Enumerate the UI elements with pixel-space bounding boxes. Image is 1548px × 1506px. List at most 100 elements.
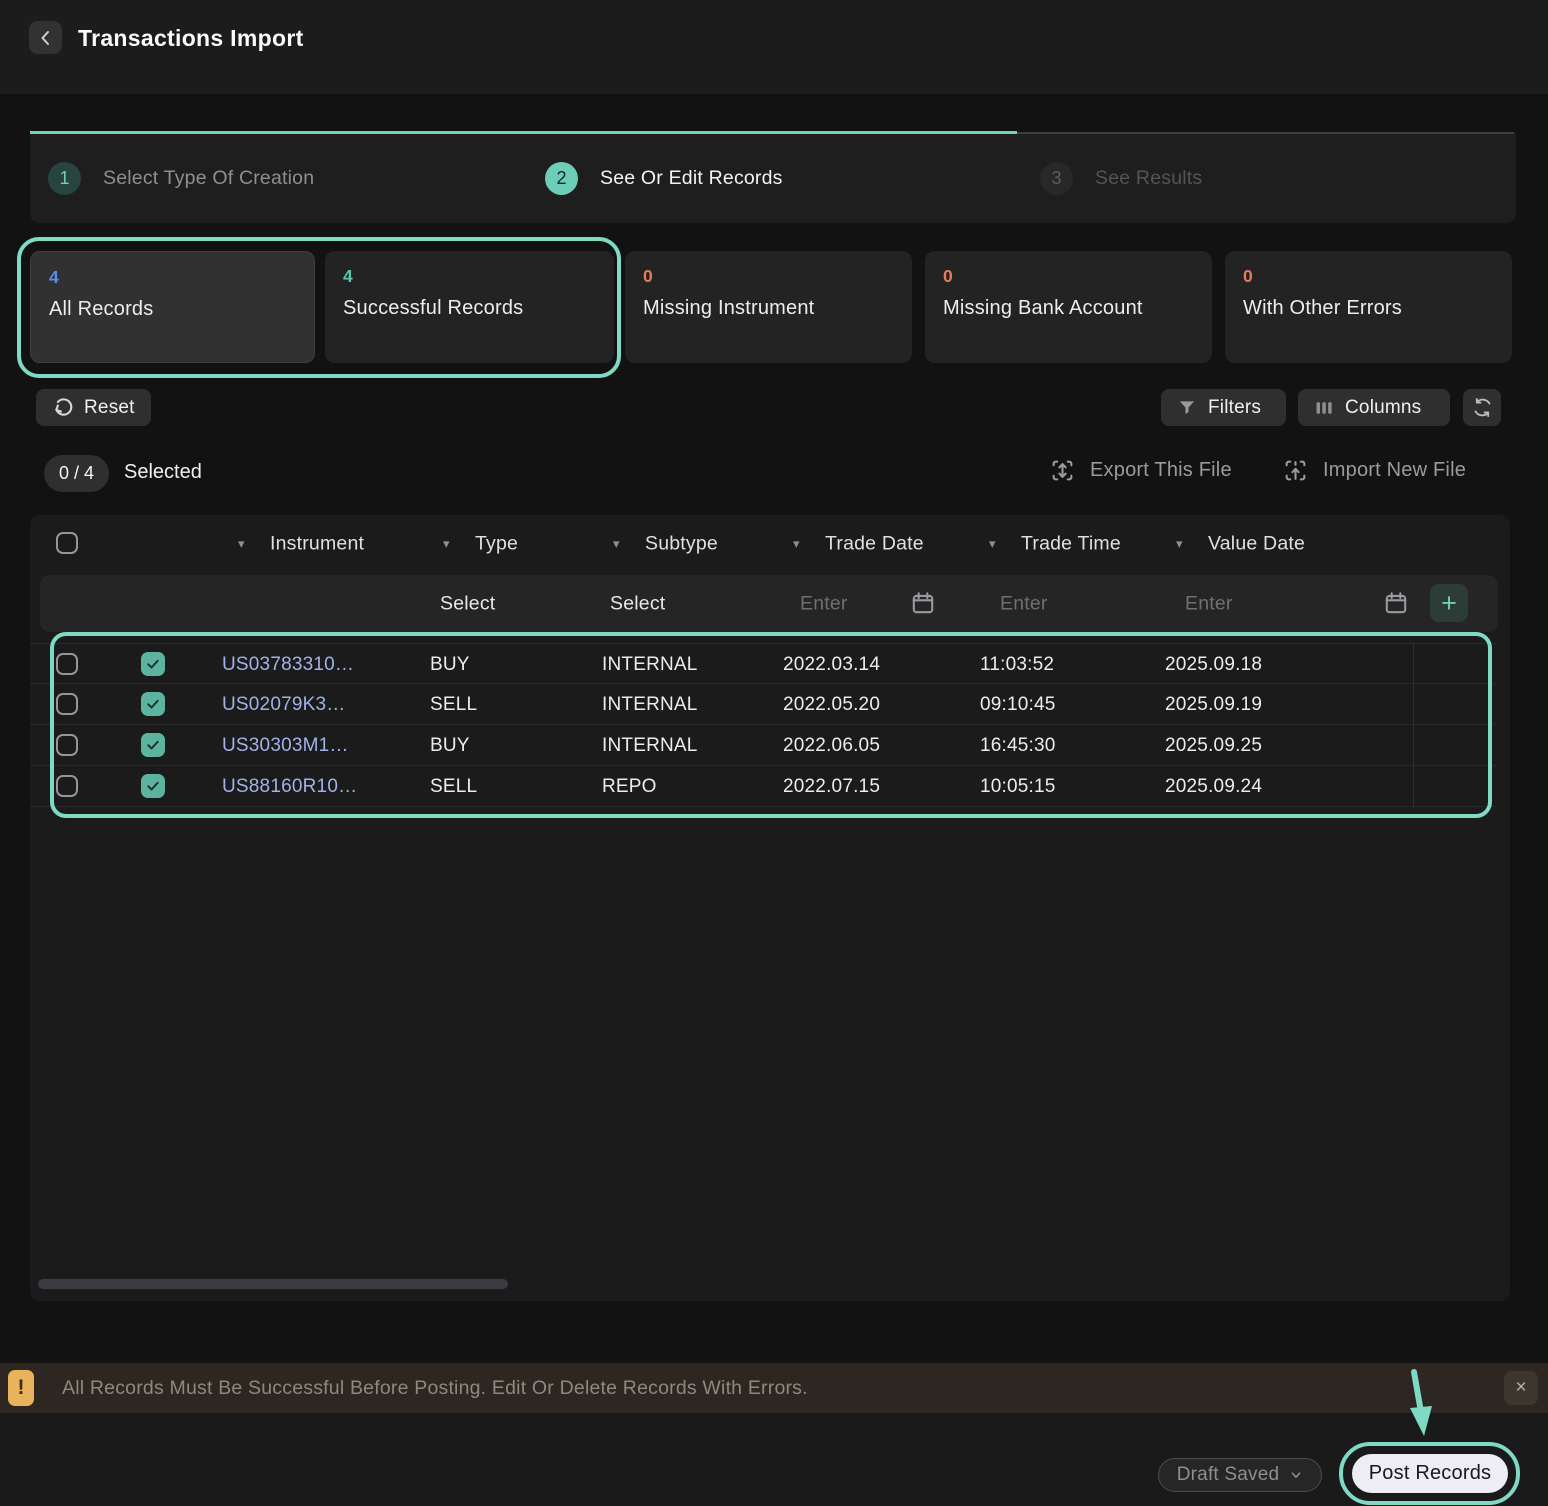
column-sort-icon[interactable]: ▾ <box>793 536 800 552</box>
trade-date-cell: 2022.07.15 <box>783 766 880 807</box>
instrument-link[interactable]: US02079K3… <box>222 684 345 725</box>
columns-button[interactable]: Columns <box>1298 389 1450 426</box>
plus-icon: + <box>1441 588 1457 619</box>
draft-saved-label: Draft Saved <box>1177 1464 1280 1486</box>
export-this-file-button[interactable]: Export This File <box>1050 458 1232 483</box>
column-header-subtype[interactable]: Subtype <box>645 532 718 555</box>
row-status-checkbox-checked[interactable] <box>141 774 165 798</box>
filter-row: Select Select Enter Enter Enter + <box>40 575 1498 632</box>
refresh-button[interactable] <box>1463 389 1501 426</box>
table-row: US88160R10… SELL REPO 2022.07.15 10:05:1… <box>30 766 1497 807</box>
columns-label: Columns <box>1345 397 1421 419</box>
import-icon <box>1283 458 1308 483</box>
trade-time-cell: 10:05:15 <box>980 766 1056 807</box>
columns-icon <box>1314 398 1334 418</box>
card-count: 4 <box>49 267 296 288</box>
post-records-button[interactable]: Post Records <box>1352 1454 1508 1493</box>
column-sort-icon[interactable]: ▾ <box>989 536 996 552</box>
type-filter-select[interactable]: Select <box>440 592 495 615</box>
reset-button[interactable]: Reset <box>36 389 151 426</box>
subtype-cell: INTERNAL <box>602 684 698 725</box>
value-date-cell: 2025.09.19 <box>1165 684 1262 725</box>
select-all-checkbox[interactable] <box>56 532 78 554</box>
warning-message: All Records Must Be Successful Before Po… <box>62 1377 808 1400</box>
checkmark-icon <box>148 701 157 708</box>
stepper-progress-active <box>30 131 1017 134</box>
column-header-value-date[interactable]: Value Date <box>1208 532 1305 555</box>
subtype-filter-select[interactable]: Select <box>610 592 665 615</box>
instrument-link[interactable]: US30303M1… <box>222 725 349 766</box>
card-label: Successful Records <box>343 297 596 320</box>
top-header: Transactions Import <box>0 0 1548 94</box>
type-cell: SELL <box>430 684 477 725</box>
back-button[interactable] <box>29 21 62 54</box>
step-select-type[interactable]: 1 Select Type Of Creation <box>48 133 314 223</box>
step-label: Select Type Of Creation <box>103 167 314 190</box>
table-row: US30303M1… BUY INTERNAL 2022.06.05 16:45… <box>30 725 1497 766</box>
undo-icon <box>52 397 73 418</box>
column-sort-icon[interactable]: ▾ <box>238 536 245 552</box>
trade-time-filter-input[interactable]: Enter <box>1000 592 1048 615</box>
records-table: ▾ Instrument ▾ Type ▾ Subtype ▾ Trade Date ▾… <box>30 515 1510 1301</box>
selection-count-badge: 0 / 4 <box>44 455 109 492</box>
step-number: 2 <box>545 162 578 195</box>
funnel-icon <box>1177 398 1197 418</box>
stepper-progress-rest <box>1017 132 1514 134</box>
step-see-results[interactable]: 3 See Results <box>1040 133 1202 223</box>
card-count: 0 <box>1243 266 1494 287</box>
card-successful-records[interactable]: 4 Successful Records <box>325 251 614 363</box>
card-label: All Records <box>49 298 296 321</box>
column-sort-icon[interactable]: ▾ <box>613 536 620 552</box>
row-status-checkbox-checked[interactable] <box>141 692 165 716</box>
row-checkbox[interactable] <box>56 775 78 797</box>
column-header-trade-date[interactable]: Trade Date <box>825 532 924 555</box>
column-header-type[interactable]: Type <box>475 532 518 555</box>
checkmark-icon <box>148 783 157 790</box>
step-see-or-edit-records[interactable]: 2 See Or Edit Records <box>545 133 783 223</box>
value-date-filter-input[interactable]: Enter <box>1185 592 1233 615</box>
step-number: 3 <box>1040 162 1073 195</box>
trade-date-cell: 2022.06.05 <box>783 725 880 766</box>
row-checkbox[interactable] <box>56 653 78 675</box>
row-checkbox[interactable] <box>56 693 78 715</box>
chevron-down-icon <box>1289 1468 1303 1482</box>
filters-button[interactable]: Filters <box>1161 389 1286 426</box>
transactions-import-screen: Transactions Import 1 Select Type Of Cre… <box>0 0 1548 1506</box>
reset-label: Reset <box>84 397 135 419</box>
close-icon[interactable]: × <box>1504 1371 1538 1405</box>
column-divider <box>1413 643 1414 809</box>
warning-banner: ! All Records Must Be Successful Before … <box>0 1363 1548 1413</box>
warning-icon: ! <box>8 1370 34 1406</box>
calendar-icon[interactable] <box>1383 590 1409 616</box>
instrument-link[interactable]: US03783310… <box>222 644 354 685</box>
type-cell: SELL <box>430 766 477 807</box>
filters-label: Filters <box>1208 397 1261 419</box>
card-with-other-errors[interactable]: 0 With Other Errors <box>1225 251 1512 363</box>
column-sort-icon[interactable]: ▾ <box>443 536 450 552</box>
card-count: 0 <box>943 266 1194 287</box>
selected-label: Selected <box>124 461 202 484</box>
trade-time-cell: 09:10:45 <box>980 684 1056 725</box>
column-header-instrument[interactable]: Instrument <box>270 532 364 555</box>
card-missing-bank-account[interactable]: 0 Missing Bank Account <box>925 251 1212 363</box>
card-all-records[interactable]: 4 All Records <box>30 251 315 363</box>
value-date-cell: 2025.09.25 <box>1165 725 1262 766</box>
draft-saved-dropdown[interactable]: Draft Saved <box>1158 1458 1322 1492</box>
row-checkbox[interactable] <box>56 734 78 756</box>
instrument-link[interactable]: US88160R10… <box>222 766 357 807</box>
row-status-checkbox-checked[interactable] <box>141 733 165 757</box>
add-record-button[interactable]: + <box>1430 584 1468 622</box>
column-sort-icon[interactable]: ▾ <box>1176 536 1183 552</box>
table-body: US03783310… BUY INTERNAL 2022.03.14 11:0… <box>30 643 1497 807</box>
table-row: US02079K3… SELL INTERNAL 2022.05.20 09:1… <box>30 684 1497 725</box>
card-missing-instrument[interactable]: 0 Missing Instrument <box>625 251 912 363</box>
page-title: Transactions Import <box>78 25 304 52</box>
import-new-file-button[interactable]: Import New File <box>1283 458 1466 483</box>
column-header-trade-time[interactable]: Trade Time <box>1021 532 1121 555</box>
row-status-checkbox-checked[interactable] <box>141 652 165 676</box>
trade-date-filter-input[interactable]: Enter <box>800 592 848 615</box>
export-label: Export This File <box>1090 459 1232 482</box>
horizontal-scrollbar[interactable] <box>38 1279 508 1289</box>
calendar-icon[interactable] <box>910 590 936 616</box>
trade-date-cell: 2022.05.20 <box>783 684 880 725</box>
